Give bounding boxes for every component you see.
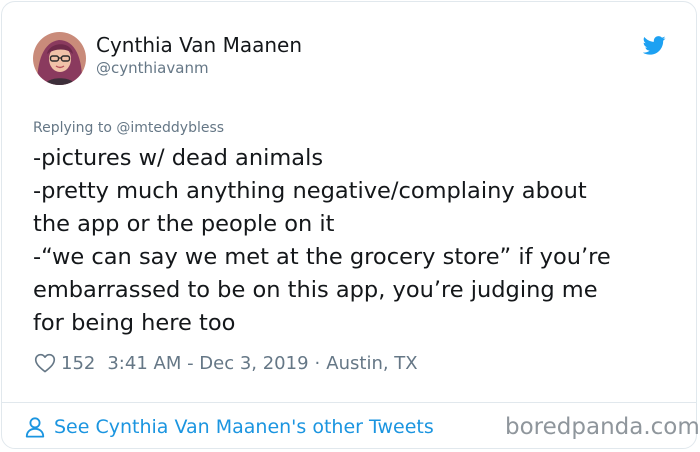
- like-count[interactable]: 152: [61, 353, 95, 374]
- tweet-line: the app or the people on it: [33, 211, 335, 237]
- author-handle[interactable]: @cynthiavanm: [96, 59, 209, 77]
- tweet-text: -pictures w/ dead animals -pretty much a…: [33, 142, 611, 340]
- tweet-line: -pictures w/ dead animals: [33, 145, 324, 171]
- tweet-meta: 152 3:41 AM - Dec 3, 2019 · Austin, TX: [34, 350, 418, 376]
- tweet-line: -pretty much anything negative/complainy…: [33, 178, 587, 204]
- heart-outline-icon[interactable]: [34, 353, 56, 373]
- avatar[interactable]: [33, 32, 86, 85]
- watermark: boredpanda.com: [505, 414, 700, 440]
- tweet-line: embarrassed to be on this app, you’re ju…: [33, 277, 598, 303]
- replying-to[interactable]: Replying to @imteddybless: [33, 120, 224, 136]
- divider: [1, 402, 697, 403]
- tweet-line: -“we can say we met at the grocery store…: [33, 244, 611, 270]
- meta-separator: ·: [314, 352, 321, 374]
- tweet-line: for being here too: [33, 310, 236, 336]
- location[interactable]: Austin, TX: [326, 353, 417, 374]
- timestamp[interactable]: 3:41 AM - Dec 3, 2019: [107, 353, 308, 374]
- person-icon: [25, 417, 45, 438]
- see-other-tweets-label[interactable]: See Cynthia Van Maanen's other Tweets: [54, 416, 434, 438]
- twitter-bird-icon[interactable]: [643, 36, 666, 55]
- author-name[interactable]: Cynthia Van Maanen: [96, 33, 302, 57]
- see-other-tweets-link[interactable]: See Cynthia Van Maanen's other Tweets: [24, 413, 434, 441]
